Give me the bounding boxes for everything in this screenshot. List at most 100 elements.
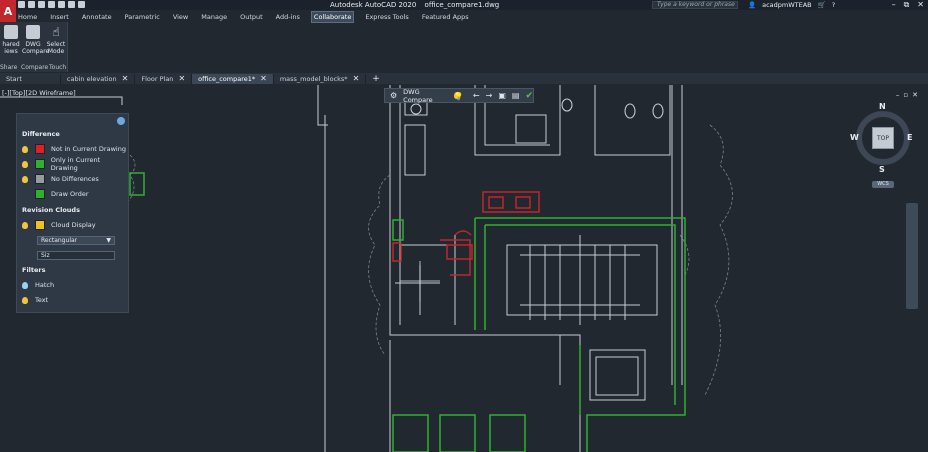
close-tab-icon[interactable]: ✕: [260, 74, 267, 83]
autocad-logo-icon[interactable]: A: [0, 0, 16, 22]
row-cloud-display[interactable]: Cloud Display: [22, 220, 96, 230]
ribbon-tab-view[interactable]: View: [171, 12, 190, 22]
ribbon-tab-insert[interactable]: Insert: [48, 12, 71, 22]
row-filter-text[interactable]: Text: [22, 295, 48, 305]
dwg-compare-icon: [26, 25, 40, 39]
hatch-filter-icon[interactable]: [22, 281, 28, 289]
user-name[interactable]: acadpmWTEAB: [762, 1, 812, 9]
minimize-button[interactable]: –: [892, 0, 896, 10]
viewport-controls[interactable]: [-][Top][2D Wireframe]: [2, 89, 76, 97]
select-value: Rectangular: [41, 237, 78, 244]
new-icon[interactable]: [18, 1, 25, 8]
close-button[interactable]: ✕: [917, 0, 924, 10]
doc-tab-mass-model-blocks-[interactable]: mass_model_blocks* ✕: [274, 73, 367, 84]
lightbulb-icon[interactable]: [22, 145, 28, 153]
color-swatch-yellow[interactable]: [35, 220, 45, 230]
save-as-icon[interactable]: [48, 1, 55, 8]
new-tab-icon[interactable]: +: [372, 74, 380, 84]
compass-west[interactable]: W: [850, 133, 859, 142]
open-icon[interactable]: [28, 1, 35, 8]
touch-panel-label: Touch: [49, 64, 67, 71]
share-panel-label: Share: [0, 64, 18, 71]
lightbulb-icon[interactable]: 💡: [453, 92, 464, 101]
close-tab-icon[interactable]: ✕: [178, 74, 185, 83]
lightbulb-icon[interactable]: [22, 221, 28, 229]
next-change-icon[interactable]: →: [486, 91, 493, 100]
compass-north[interactable]: N: [879, 102, 886, 111]
plot-icon[interactable]: [58, 1, 65, 8]
row-no-differences[interactable]: No Differences: [22, 174, 99, 184]
window-controls: – ⧉ ✕: [892, 0, 924, 10]
exit-compare-checkmark-icon[interactable]: ✔: [525, 91, 533, 101]
dwg-compare-label: DWG Compare: [22, 41, 50, 55]
ribbon-tab-express-tools[interactable]: Express Tools: [363, 12, 410, 22]
search-input[interactable]: Type a keyword or phrase: [652, 1, 738, 9]
document-tabs: Start cabin elevation ✕ Floor Plan ✕ office_c…: [0, 73, 928, 84]
row-draw-order[interactable]: Draw Order: [22, 189, 89, 199]
color-swatch-gray[interactable]: [35, 174, 45, 184]
shared-views-button[interactable]: hared iews: [0, 25, 22, 55]
ribbon-tab-add-ins[interactable]: Add-ins: [274, 12, 302, 22]
row-label: Draw Order: [51, 190, 89, 198]
row-only-in-current[interactable]: Only in Current Drawing: [22, 156, 128, 172]
close-viewport-button[interactable]: ✕: [912, 91, 918, 99]
undo-icon[interactable]: [68, 1, 75, 8]
compare-settings-palette: Difference Not in Current Drawing Only i…: [16, 113, 129, 313]
lightbulb-icon[interactable]: [22, 296, 28, 304]
row-filter-hatch[interactable]: Hatch: [22, 280, 54, 290]
row-label: Hatch: [35, 281, 55, 289]
gear-icon[interactable]: ⚙: [390, 91, 397, 100]
import-objects-icon[interactable]: ▣: [498, 91, 506, 100]
doc-tab-cabin-elevation[interactable]: cabin elevation ✕: [61, 73, 136, 84]
chevron-down-icon: ▼: [106, 237, 111, 244]
lightbulb-icon[interactable]: [22, 160, 28, 168]
help-icon[interactable]: ?: [832, 1, 835, 9]
user-icon[interactable]: 👤: [748, 1, 756, 9]
doc-tab-label: mass_model_blocks*: [279, 74, 348, 83]
compare-panel-label: Compare: [21, 64, 49, 71]
snapshot-icon[interactable]: ▤: [512, 91, 520, 100]
compass-south[interactable]: S: [879, 165, 885, 174]
ribbon-tab-output[interactable]: Output: [238, 12, 265, 22]
minimize-viewport-button[interactable]: –: [896, 91, 900, 99]
ribbon-tab-home[interactable]: Home: [16, 12, 39, 22]
close-tab-icon[interactable]: ✕: [122, 74, 129, 83]
redo-icon[interactable]: [78, 1, 85, 8]
lightbulb-icon[interactable]: [22, 175, 28, 183]
wcs-menu[interactable]: WCS: [872, 181, 894, 188]
color-swatch-red[interactable]: [35, 144, 45, 154]
hand-pointer-icon: ☝: [52, 25, 60, 39]
draw-order-icon[interactable]: [35, 189, 45, 199]
close-tab-icon[interactable]: ✕: [353, 74, 360, 83]
cart-icon[interactable]: 🛒: [818, 1, 826, 9]
compass-east[interactable]: E: [907, 133, 912, 142]
shared-views-label: hared iews: [2, 41, 20, 55]
doc-tab-floor-plan[interactable]: Floor Plan ✕: [135, 73, 193, 84]
ribbon-tab-collaborate[interactable]: Collaborate: [310, 10, 355, 23]
viewcube-top-face[interactable]: TOP: [872, 127, 894, 149]
cloud-shape-select[interactable]: Rectangular ▼: [37, 236, 115, 245]
cloud-size-input[interactable]: Siz: [37, 251, 115, 260]
difference-heading: Difference: [22, 130, 60, 138]
ribbon-tab-annotate[interactable]: Annotate: [80, 12, 114, 22]
file-name: office_compare1.dwg: [424, 1, 500, 9]
palette-pin-icon[interactable]: [117, 117, 125, 125]
ribbon-tab-featured-apps[interactable]: Featured Apps: [420, 12, 471, 22]
ribbon-tab-manage[interactable]: Manage: [199, 12, 229, 22]
doc-tab-office-compare1-[interactable]: office_compare1* ✕: [192, 73, 274, 84]
color-swatch-green[interactable]: [34, 159, 45, 169]
drawing-canvas[interactable]: [-][Top][2D Wireframe] ⚙ DWG Compare 💡 ←…: [0, 85, 928, 452]
ribbon-tab-parametric[interactable]: Parametric: [123, 12, 162, 22]
save-icon[interactable]: [38, 1, 45, 8]
select-mode-button[interactable]: ☝ Select Mode: [45, 25, 67, 55]
previous-change-icon[interactable]: ←: [473, 91, 480, 100]
row-not-in-current[interactable]: Not in Current Drawing: [22, 144, 126, 154]
dwg-compare-toolbar: ⚙ DWG Compare 💡 ← → ▣ ▤ ✔: [384, 88, 534, 104]
restore-button[interactable]: ⧉: [904, 0, 910, 10]
maximize-viewport-button[interactable]: ▫: [903, 91, 908, 99]
quick-access-toolbar: [18, 1, 85, 8]
select-mode-label: Select Mode: [46, 41, 66, 55]
navigation-bar[interactable]: [906, 203, 918, 309]
doc-tab-start[interactable]: Start: [0, 73, 61, 84]
dwg-compare-button[interactable]: DWG Compare: [22, 25, 50, 55]
